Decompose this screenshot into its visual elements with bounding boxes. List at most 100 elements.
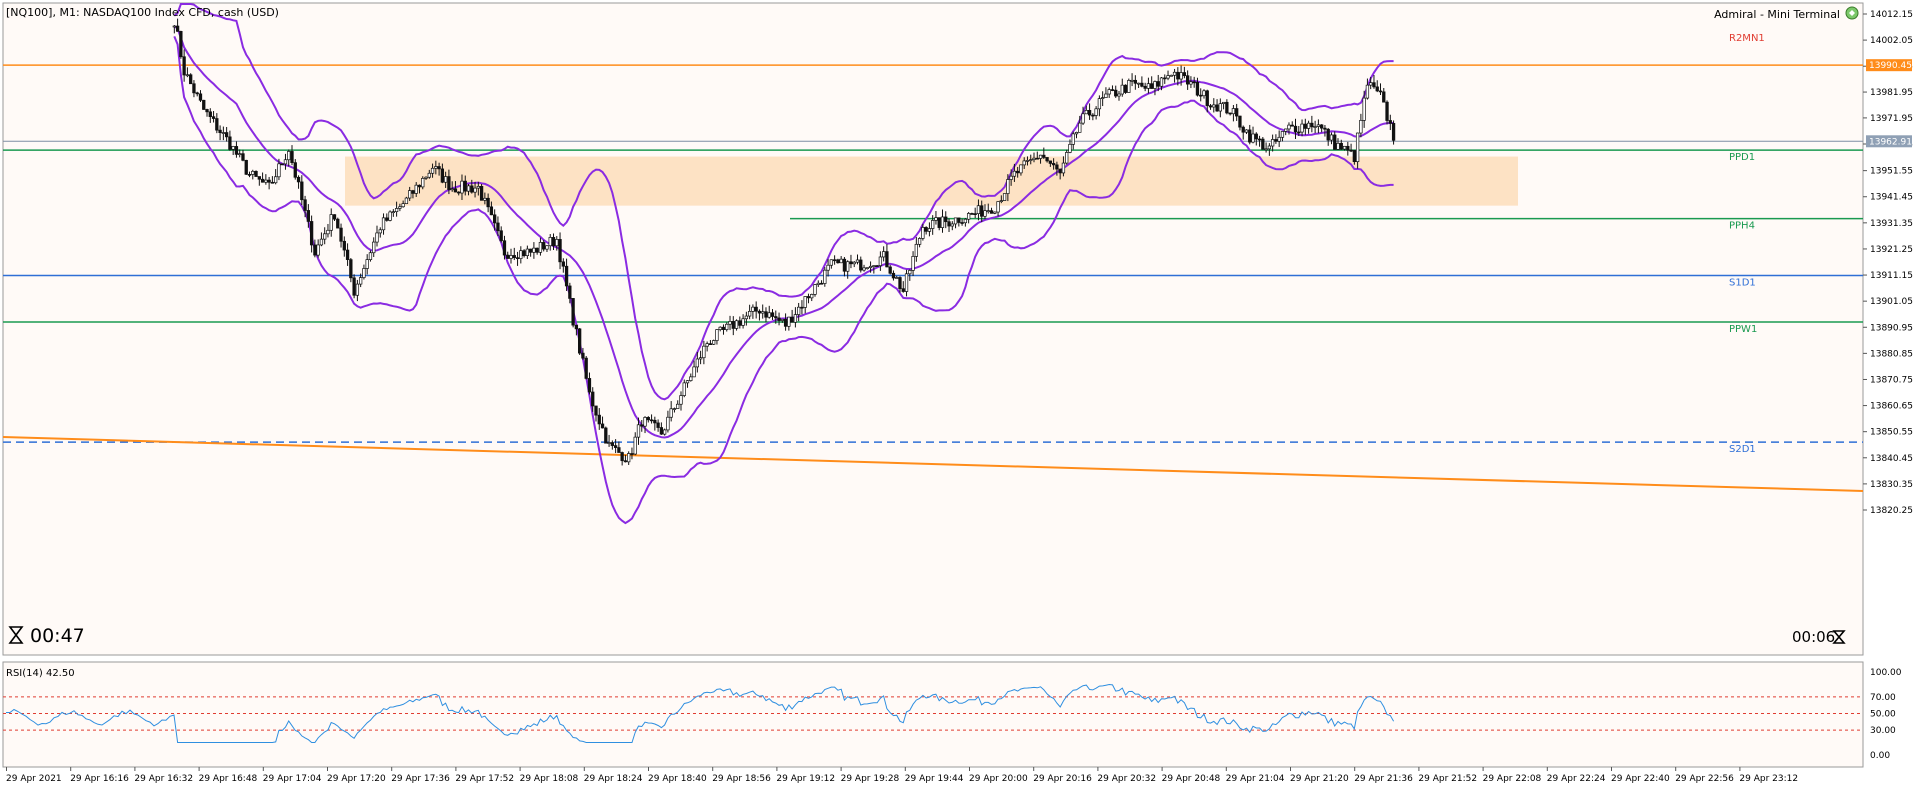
chart-canvas: 100.00 70.00 50.00 30.00 0.00 14012.15 14002.… bbox=[0, 0, 1916, 787]
rsi-panel[interactable] bbox=[2, 661, 1864, 768]
candle-body bbox=[1065, 152, 1069, 164]
rsi-tick-label: 30.00 bbox=[1870, 726, 1896, 736]
candle-body bbox=[1179, 72, 1183, 80]
x-tick-label: 29 Apr 19:44 bbox=[905, 774, 964, 784]
candle-body bbox=[427, 172, 431, 178]
candle-body bbox=[385, 217, 389, 221]
candle-body bbox=[1123, 84, 1128, 93]
candle-body bbox=[189, 74, 193, 85]
candle-body bbox=[270, 181, 275, 184]
candle-body bbox=[1045, 157, 1049, 162]
candle-body bbox=[430, 167, 435, 174]
candle-body bbox=[1375, 86, 1379, 92]
candle-body bbox=[872, 265, 876, 267]
candle-body bbox=[251, 170, 255, 175]
candle-body bbox=[519, 250, 523, 259]
y-tick-label: 13890.95 bbox=[1870, 323, 1913, 333]
candle-body bbox=[280, 163, 284, 166]
candle-body bbox=[525, 248, 530, 256]
candle-body bbox=[643, 417, 647, 427]
x-tick-label: 29 Apr 22:56 bbox=[1675, 774, 1734, 784]
candle-body bbox=[947, 221, 951, 227]
candle-body bbox=[228, 136, 232, 150]
x-tick-label: 29 Apr 18:08 bbox=[520, 774, 579, 784]
candle-body bbox=[1326, 128, 1330, 141]
candle-body bbox=[1055, 164, 1059, 170]
candle-body bbox=[489, 206, 494, 216]
candle-body bbox=[398, 206, 402, 209]
level-label-pph4: PPH4 bbox=[1729, 221, 1755, 232]
candle-body bbox=[1303, 123, 1307, 129]
candle-body bbox=[466, 185, 471, 192]
candle-body bbox=[1287, 124, 1291, 130]
timer-right: 00:06 bbox=[1792, 628, 1835, 646]
candle-body bbox=[636, 424, 641, 438]
candle-body bbox=[424, 176, 428, 179]
candle-body bbox=[215, 118, 219, 131]
candle-body bbox=[241, 153, 245, 161]
candle-body bbox=[401, 203, 405, 208]
candle-body bbox=[502, 240, 507, 256]
candle-body bbox=[378, 229, 382, 234]
terminal-icon[interactable] bbox=[1845, 6, 1859, 20]
candle-body bbox=[244, 159, 248, 175]
candle-body bbox=[960, 222, 964, 224]
candle-body bbox=[649, 419, 654, 422]
candle-body bbox=[754, 306, 758, 312]
y-tick-label: 13921.25 bbox=[1870, 245, 1913, 255]
candle-body bbox=[326, 229, 330, 235]
candle-body bbox=[1202, 90, 1206, 97]
y-tick-label: 14012.15 bbox=[1870, 10, 1913, 20]
candle-body bbox=[953, 217, 958, 225]
candle-body bbox=[859, 259, 863, 271]
price-panel[interactable] bbox=[2, 2, 1864, 656]
candle-body bbox=[1107, 89, 1111, 95]
candle-body bbox=[816, 282, 820, 285]
candle-body bbox=[731, 321, 735, 329]
candle-body bbox=[1346, 145, 1350, 151]
candle-body bbox=[1221, 101, 1226, 105]
candle-body bbox=[672, 408, 677, 410]
candle-body bbox=[1146, 83, 1151, 89]
candle-body bbox=[921, 227, 925, 239]
candle-body bbox=[849, 261, 853, 265]
candle-body bbox=[440, 168, 445, 183]
candle-body bbox=[532, 247, 536, 253]
candle-body bbox=[937, 217, 941, 228]
candle-body bbox=[260, 178, 265, 183]
candle-body bbox=[1051, 163, 1056, 166]
candle-body bbox=[522, 250, 526, 256]
candle-body bbox=[855, 259, 860, 263]
candle-body bbox=[1205, 90, 1209, 107]
candle-body bbox=[826, 264, 830, 271]
level-label-s1d1: S1D1 bbox=[1729, 277, 1756, 288]
candle-body bbox=[300, 181, 304, 201]
y-tick-label: 14002.05 bbox=[1870, 36, 1913, 46]
candle-body bbox=[571, 298, 575, 326]
candle-body bbox=[1365, 84, 1370, 99]
x-tick-label: 29 Apr 2021 bbox=[6, 774, 62, 784]
y-tick-label: 13830.35 bbox=[1870, 480, 1913, 490]
candle-body bbox=[277, 163, 281, 178]
candle-body bbox=[1235, 108, 1239, 117]
candle-body bbox=[1300, 123, 1304, 133]
candle-body bbox=[1016, 170, 1020, 174]
candle-body bbox=[623, 460, 628, 463]
y-tick-label: 13860.65 bbox=[1870, 402, 1913, 412]
candle-body bbox=[332, 214, 337, 220]
candle-body bbox=[980, 205, 984, 217]
candle-body bbox=[349, 259, 353, 279]
candle-body bbox=[1339, 142, 1343, 150]
rsi-title: RSI(14) 42.50 bbox=[6, 668, 75, 679]
candle-body bbox=[1231, 108, 1236, 115]
candle-body bbox=[1284, 128, 1288, 132]
candle-body bbox=[1133, 79, 1137, 84]
candle-body bbox=[224, 132, 229, 138]
candle-body bbox=[1342, 145, 1347, 150]
candle-body bbox=[558, 239, 562, 263]
candle-body bbox=[316, 244, 320, 256]
candle-body bbox=[999, 200, 1003, 202]
candle-body bbox=[208, 111, 212, 118]
candle-body bbox=[355, 283, 360, 296]
x-tick-label: 29 Apr 18:40 bbox=[648, 774, 707, 784]
